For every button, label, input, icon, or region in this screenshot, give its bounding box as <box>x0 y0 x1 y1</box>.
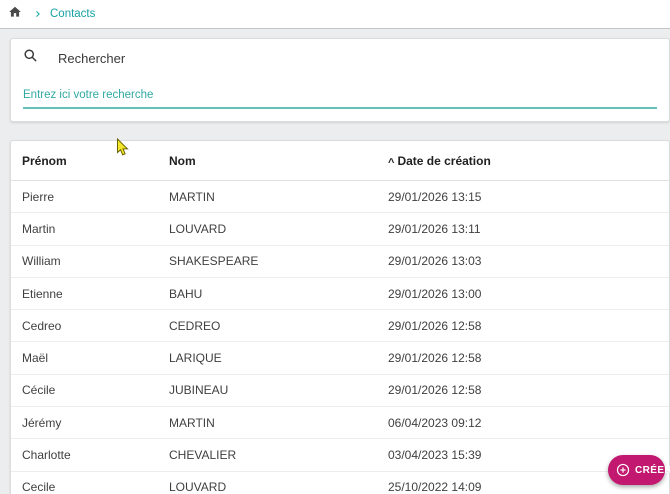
cell-lastname: LARIQUE <box>169 351 222 366</box>
column-header-created-label: Date de création <box>397 153 491 168</box>
table-row[interactable]: William SHAKESPEARE 29/01/2026 13:03 <box>11 245 669 278</box>
cell-created: 29/01/2026 13:00 <box>388 286 482 301</box>
cell-lastname: MARTIN <box>169 415 215 430</box>
cell-firstname: Maël <box>22 351 49 366</box>
search-input[interactable] <box>23 83 657 109</box>
search-panel-title: Rechercher <box>58 50 126 66</box>
cell-firstname: Etienne <box>22 286 63 301</box>
cell-firstname: Charlotte <box>22 448 71 463</box>
table-row[interactable]: Cécile JUBINEAU 29/01/2026 12:58 <box>11 374 669 408</box>
home-icon <box>8 5 22 24</box>
cell-firstname: Cedreo <box>22 318 62 333</box>
cell-firstname: Jérémy <box>22 415 62 430</box>
cell-lastname: MARTIN <box>169 189 215 204</box>
table-row[interactable]: Etienne BAHU 29/01/2026 13:00 <box>11 277 669 311</box>
table-row[interactable]: Martin LOUVARD 29/01/2026 13:11 <box>11 213 669 246</box>
home-button[interactable] <box>8 5 22 24</box>
cell-lastname: SHAKESPEARE <box>169 254 259 269</box>
cell-firstname: William <box>22 254 61 269</box>
table-row[interactable]: Maël LARIQUE 29/01/2026 12:58 <box>11 342 669 375</box>
cell-lastname: JUBINEAU <box>169 383 229 398</box>
cell-created: 29/01/2026 12:58 <box>388 383 482 398</box>
table-row[interactable]: Pierre MARTIN 29/01/2026 13:15 <box>11 181 669 214</box>
cell-firstname: Cécile <box>22 383 56 398</box>
table-row[interactable]: Charlotte CHEVALIER 03/04/2023 15:39 <box>11 439 669 472</box>
column-header-lastname[interactable]: Nom <box>169 154 388 168</box>
create-button[interactable]: CRÉER <box>608 455 670 485</box>
cell-created: 29/01/2026 12:58 <box>388 351 482 366</box>
cell-lastname: LOUVARD <box>169 480 227 494</box>
cell-created: 29/01/2026 13:11 <box>388 221 481 236</box>
cell-lastname: BAHU <box>169 286 203 301</box>
sort-ascending-icon: ^ <box>388 156 395 169</box>
breadcrumb: Contacts <box>0 0 670 29</box>
search-panel: Rechercher <box>10 38 670 122</box>
cell-firstname: Pierre <box>22 189 55 204</box>
column-header-created[interactable]: ^ Date de création <box>388 153 669 169</box>
cell-created: 29/01/2026 12:58 <box>388 318 482 333</box>
cell-firstname: Martin <box>22 221 56 236</box>
column-header-firstname[interactable]: Prénom <box>22 154 169 168</box>
table-body: Pierre MARTIN 29/01/2026 13:15 Martin LO… <box>11 181 669 494</box>
cell-created: 29/01/2026 13:15 <box>388 189 482 204</box>
create-button-label: CRÉER <box>635 464 670 476</box>
search-icon <box>23 48 38 68</box>
cell-lastname: LOUVARD <box>169 221 227 236</box>
table-header: Prénom Nom ^ Date de création <box>11 141 669 181</box>
breadcrumb-contacts-link[interactable]: Contacts <box>50 8 95 20</box>
cell-firstname: Cecile <box>22 480 56 494</box>
table-row[interactable]: Cedreo CEDREO 29/01/2026 12:58 <box>11 310 669 343</box>
chevron-right-icon <box>32 8 44 20</box>
table-row[interactable]: Cecile LOUVARD 25/10/2022 14:09 <box>11 471 669 494</box>
cell-created: 29/01/2026 13:03 <box>388 254 482 269</box>
cell-created: 06/04/2023 09:12 <box>388 415 482 430</box>
plus-circle-icon <box>616 463 630 477</box>
cell-lastname: CHEVALIER <box>169 448 237 463</box>
contacts-table: Prénom Nom ^ Date de création Pierre MART… <box>10 140 670 494</box>
cell-lastname: CEDREO <box>169 318 221 333</box>
table-row[interactable]: Jérémy MARTIN 06/04/2023 09:12 <box>11 407 669 440</box>
